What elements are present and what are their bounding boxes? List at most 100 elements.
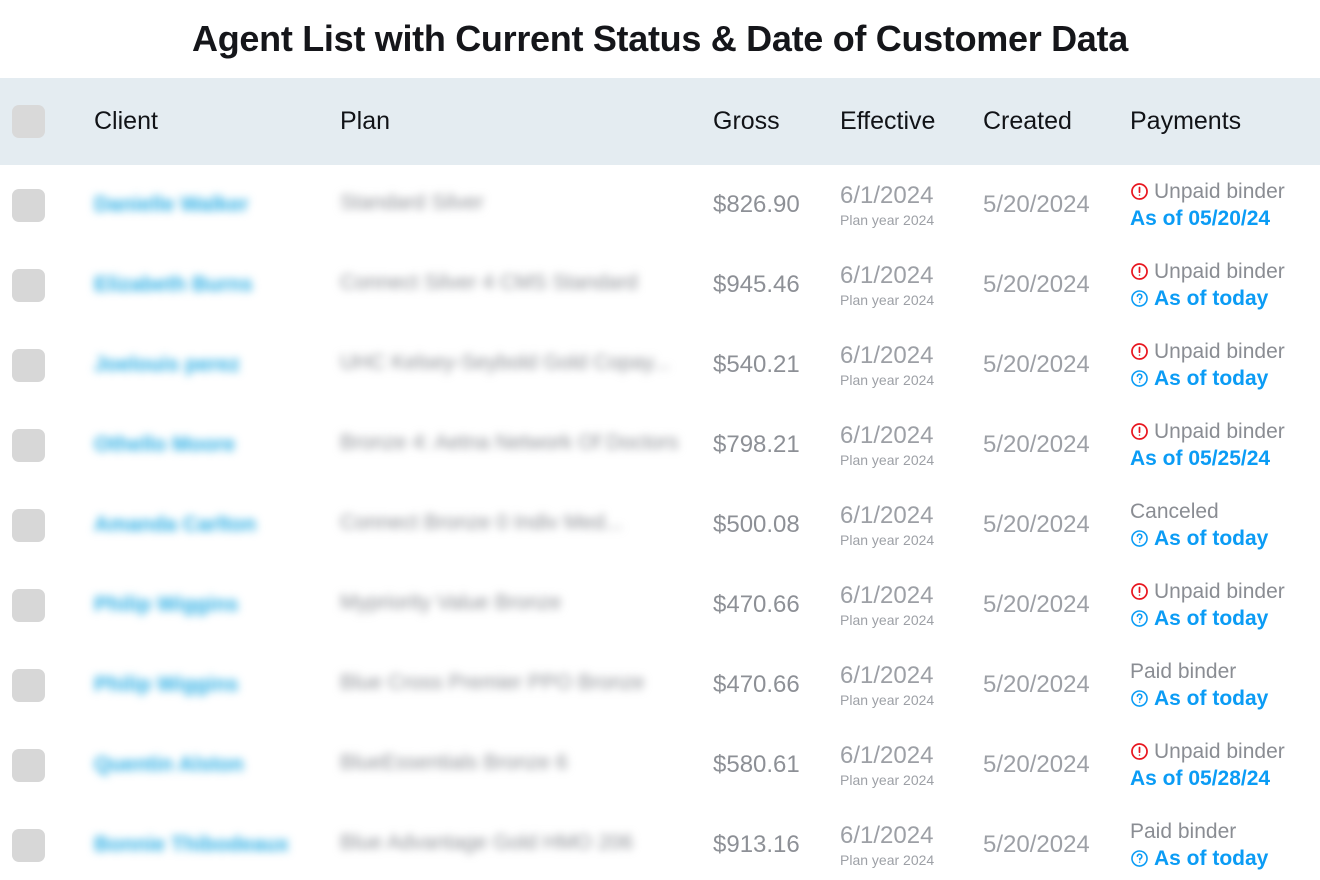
client-link[interactable]: Othello Moore <box>94 433 235 457</box>
plan-label: Connect Silver 4 CMS Standard <box>340 270 638 294</box>
payment-status-line: Unpaid binder <box>1130 260 1320 284</box>
help-circle-icon[interactable] <box>1130 369 1149 388</box>
payment-asof-line[interactable]: As of today <box>1130 367 1320 391</box>
payment-asof-line[interactable]: As of 05/25/24 <box>1130 447 1320 471</box>
row-checkbox[interactable] <box>12 828 45 862</box>
payment-asof-line[interactable]: As of today <box>1130 847 1320 871</box>
row-select-cell <box>0 828 90 862</box>
plan-cell: Connect Bronze 0 Indiv Med... <box>338 511 708 540</box>
payment-asof-line[interactable]: As of 05/28/24 <box>1130 767 1320 791</box>
created-cell: 5/20/2024 <box>981 831 1128 859</box>
gross-cell: $945.46 <box>708 271 838 299</box>
table-row[interactable]: Amanda Carlton Connect Bronze 0 Indiv Med… <box>0 485 1320 565</box>
created-cell: 5/20/2024 <box>981 351 1128 379</box>
created-date: 5/20/2024 <box>983 351 1090 378</box>
row-select-cell <box>0 508 90 542</box>
row-checkbox[interactable] <box>12 268 45 302</box>
table-row[interactable]: Bonnie Thibodeaux Blue Advantage Gold HMO… <box>0 805 1320 880</box>
payment-status-line: Unpaid binder <box>1130 420 1320 444</box>
row-checkbox[interactable] <box>12 748 45 782</box>
effective-cell: 6/1/2024 Plan year 2024 <box>838 582 981 629</box>
client-link[interactable]: Amanda Carlton <box>94 513 256 537</box>
payment-asof-label[interactable]: As of today <box>1154 367 1268 391</box>
help-circle-icon[interactable] <box>1130 529 1149 548</box>
created-date: 5/20/2024 <box>983 591 1090 618</box>
row-checkbox[interactable] <box>12 588 45 622</box>
header-select-cell <box>0 105 90 138</box>
payment-status-label: Unpaid binder <box>1154 739 1285 763</box>
row-select-cell <box>0 588 90 622</box>
client-link[interactable]: Danielle Walker <box>94 193 248 217</box>
table-row[interactable]: Quentin Alston BlueEssentials Bronze 6 $58… <box>0 725 1320 805</box>
payment-status-label: Unpaid binder <box>1154 179 1285 203</box>
row-select-cell <box>0 428 90 462</box>
plan-year-label: Plan year 2024 <box>840 532 935 549</box>
gross-cell: $580.61 <box>708 751 838 779</box>
table-row[interactable]: Elizabeth Burns Connect Silver 4 CMS Stan… <box>0 245 1320 325</box>
table-row[interactable]: Othello Moore Bronze 4: Aetna Network Of … <box>0 405 1320 485</box>
payment-asof-line[interactable]: As of today <box>1130 287 1320 311</box>
row-checkbox[interactable] <box>12 188 45 222</box>
table-header-row: Client Plan Gross Effective Created Paym… <box>0 78 1320 165</box>
payment-asof-line[interactable]: As of today <box>1130 527 1320 551</box>
effective-cell: 6/1/2024 Plan year 2024 <box>838 262 981 309</box>
table-row[interactable]: Joelouis perez UHC Kelsey-Seybold Gold Co… <box>0 325 1320 405</box>
plan-year-label: Plan year 2024 <box>840 212 935 229</box>
payment-asof-line[interactable]: As of today <box>1130 607 1320 631</box>
payment-asof-label[interactable]: As of 05/25/24 <box>1130 447 1270 471</box>
table-row[interactable]: Philip Wiggins Mypriority Value Bronze $47… <box>0 565 1320 645</box>
gross-amount: $580.61 <box>713 751 800 778</box>
column-header-created[interactable]: Created <box>981 109 1128 134</box>
client-link[interactable]: Joelouis perez <box>94 353 240 377</box>
payment-status-label: Canceled <box>1130 499 1219 523</box>
help-circle-icon[interactable] <box>1130 689 1149 708</box>
payment-asof-line[interactable]: As of 05/20/24 <box>1130 207 1320 231</box>
help-circle-icon[interactable] <box>1130 289 1149 308</box>
column-header-client[interactable]: Client <box>90 109 338 134</box>
plan-label: Mypriority Value Bronze <box>340 590 562 614</box>
effective-cell: 6/1/2024 Plan year 2024 <box>838 822 981 869</box>
payment-asof-label[interactable]: As of 05/20/24 <box>1130 207 1270 231</box>
client-cell: Joelouis perez <box>90 353 338 377</box>
payment-asof-line[interactable]: As of today <box>1130 687 1320 711</box>
row-checkbox[interactable] <box>12 668 45 702</box>
row-checkbox[interactable] <box>12 508 45 542</box>
column-header-gross[interactable]: Gross <box>708 109 838 134</box>
payment-asof-label[interactable]: As of today <box>1154 687 1268 711</box>
payment-status-label: Unpaid binder <box>1154 339 1285 363</box>
title-bar: Agent List with Current Status & Date of… <box>0 0 1320 78</box>
payment-asof-label[interactable]: As of today <box>1154 287 1268 311</box>
plan-cell: Connect Silver 4 CMS Standard <box>338 271 708 300</box>
plan-year-label: Plan year 2024 <box>840 852 935 869</box>
client-link[interactable]: Elizabeth Burns <box>94 273 253 297</box>
table-row[interactable]: Philip Wiggins Blue Cross Premier PPO Bro… <box>0 645 1320 725</box>
plan-year-label: Plan year 2024 <box>840 612 935 629</box>
payment-asof-label[interactable]: As of 05/28/24 <box>1130 767 1270 791</box>
column-header-payments[interactable]: Payments <box>1128 109 1320 134</box>
payment-asof-label[interactable]: As of today <box>1154 527 1268 551</box>
payments-cell: Unpaid binder As of 05/25/24 <box>1128 420 1320 471</box>
payment-asof-label[interactable]: As of today <box>1154 607 1268 631</box>
effective-date: 6/1/2024 <box>840 261 934 289</box>
help-circle-icon[interactable] <box>1130 609 1149 628</box>
table-row[interactable]: Danielle Walker Standard Silver $826.90 6/1… <box>0 165 1320 245</box>
column-header-plan[interactable]: Plan <box>338 109 708 134</box>
payments-cell: Unpaid binder As of 05/28/24 <box>1128 740 1320 791</box>
client-cell: Philip Wiggins <box>90 593 338 617</box>
client-link[interactable]: Bonnie Thibodeaux <box>94 833 289 857</box>
select-all-checkbox[interactable] <box>12 105 45 138</box>
client-link[interactable]: Quentin Alston <box>94 753 244 777</box>
help-circle-icon[interactable] <box>1130 849 1149 868</box>
alert-circle-icon <box>1130 422 1149 441</box>
payment-status-label: Unpaid binder <box>1154 259 1285 283</box>
plan-label: Blue Advantage Gold HMO 206 <box>340 830 634 854</box>
gross-amount: $500.08 <box>713 511 800 538</box>
client-link[interactable]: Philip Wiggins <box>94 593 238 617</box>
row-checkbox[interactable] <box>12 348 45 382</box>
client-link[interactable]: Philip Wiggins <box>94 673 238 697</box>
column-header-effective[interactable]: Effective <box>838 109 981 134</box>
effective-date: 6/1/2024 <box>840 821 934 849</box>
row-checkbox[interactable] <box>12 428 45 462</box>
payment-asof-label[interactable]: As of today <box>1154 847 1268 871</box>
gross-cell: $913.16 <box>708 831 838 859</box>
